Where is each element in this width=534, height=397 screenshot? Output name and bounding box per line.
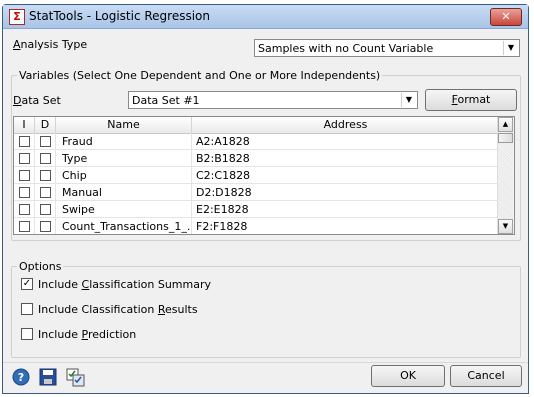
- scroll-track[interactable]: [498, 132, 513, 219]
- variable-name: Type: [62, 152, 88, 165]
- prediction-checkbox[interactable]: [21, 328, 33, 340]
- cancel-button[interactable]: Cancel: [450, 365, 522, 387]
- column-header-dependent[interactable]: D: [35, 117, 56, 133]
- table-row[interactable]: Type B2:B1828: [14, 150, 500, 167]
- independent-checkbox[interactable]: [19, 170, 30, 181]
- dependent-checkbox[interactable]: [40, 153, 51, 164]
- options-group-legend: Options: [17, 260, 64, 273]
- variable-address: E2:E1828: [196, 203, 249, 216]
- dependent-checkbox[interactable]: [40, 136, 51, 147]
- help-icon[interactable]: ?: [11, 367, 31, 387]
- table-row[interactable]: Manual D2:D1828: [14, 184, 500, 201]
- data-set-value: Data Set #1: [132, 94, 200, 107]
- chevron-down-icon[interactable]: ▼: [401, 93, 416, 107]
- variable-address: C2:C1828: [196, 169, 251, 182]
- logistic-regression-dialog: Σ StatTools - Logistic Regression ✕ Anal…: [2, 4, 529, 394]
- table-row[interactable]: Swipe E2:E1828: [14, 201, 500, 218]
- classification-summary-checkbox[interactable]: ✓: [21, 278, 33, 290]
- stattools-sigma-icon: Σ: [9, 9, 25, 25]
- dependent-checkbox[interactable]: [40, 187, 51, 198]
- independent-checkbox[interactable]: [19, 187, 30, 198]
- table-row[interactable]: Chip C2:C1828: [14, 167, 500, 184]
- checklist-icon[interactable]: [65, 367, 85, 387]
- variable-name: Fraud: [62, 135, 93, 148]
- variable-address: B2:B1828: [196, 152, 250, 165]
- footer-divider: [3, 362, 528, 363]
- variables-group-legend: Variables (Select One Dependent and One …: [17, 69, 383, 82]
- variable-address: D2:D1828: [196, 186, 252, 199]
- grid-header: I D Name Address: [14, 117, 500, 134]
- variable-address: F2:F1828: [196, 220, 248, 233]
- variables-grid: I D Name Address Fraud A2:A1828 Type B2:…: [13, 116, 515, 235]
- up-arrow-icon: ▲: [502, 120, 509, 128]
- table-row[interactable]: Fraud A2:A1828: [14, 133, 500, 150]
- close-button[interactable]: ✕: [490, 8, 522, 26]
- dependent-checkbox[interactable]: [40, 204, 51, 215]
- scroll-down-button[interactable]: ▼: [498, 219, 513, 234]
- data-set-dropdown[interactable]: Data Set #1 ▼: [128, 91, 418, 109]
- prediction-label[interactable]: Include Prediction: [38, 328, 136, 341]
- variable-name: Count_Transactions_1_...: [62, 220, 190, 233]
- ok-button[interactable]: OK: [371, 365, 445, 387]
- svg-text:?: ?: [18, 371, 24, 384]
- independent-checkbox[interactable]: [19, 136, 30, 147]
- column-divider: [191, 133, 192, 234]
- dependent-checkbox[interactable]: [40, 170, 51, 181]
- variable-name: Manual: [62, 186, 102, 199]
- variable-name: Chip: [62, 169, 87, 182]
- independent-checkbox[interactable]: [19, 153, 30, 164]
- chevron-down-icon[interactable]: ▼: [503, 41, 518, 55]
- grid-vertical-scrollbar[interactable]: ▲ ▼: [497, 117, 514, 234]
- format-button[interactable]: Format: [425, 89, 517, 111]
- title-bar: Σ StatTools - Logistic Regression ✕: [3, 5, 528, 29]
- independent-checkbox[interactable]: [19, 221, 30, 232]
- table-row[interactable]: Count_Transactions_1_... F2:F1828: [14, 218, 500, 234]
- analysis-type-label: Analysis Type: [13, 38, 88, 51]
- scroll-thumb[interactable]: [498, 133, 513, 143]
- column-divider: [34, 133, 35, 234]
- analysis-type-value: Samples with no Count Variable: [258, 42, 434, 55]
- save-icon[interactable]: [38, 367, 58, 387]
- analysis-type-dropdown[interactable]: Samples with no Count Variable ▼: [254, 39, 520, 57]
- classification-summary-label[interactable]: Include Classification Summary: [38, 278, 211, 291]
- close-icon: ✕: [501, 10, 511, 23]
- checkmark-icon: ✓: [22, 278, 32, 289]
- data-set-label: Data Set: [13, 94, 61, 107]
- column-divider: [55, 133, 56, 234]
- variable-name: Swipe: [62, 203, 95, 216]
- classification-results-checkbox[interactable]: [21, 303, 33, 315]
- column-header-address[interactable]: Address: [192, 117, 500, 133]
- down-arrow-icon: ▼: [502, 222, 509, 230]
- column-header-name[interactable]: Name: [56, 117, 192, 133]
- variable-address: A2:A1828: [196, 135, 250, 148]
- column-header-independent[interactable]: I: [14, 117, 35, 133]
- scroll-up-button[interactable]: ▲: [498, 117, 513, 132]
- independent-checkbox[interactable]: [19, 204, 30, 215]
- dependent-checkbox[interactable]: [40, 221, 51, 232]
- window-title: StatTools - Logistic Regression: [29, 9, 211, 23]
- classification-results-label[interactable]: Include Classification Results: [38, 303, 198, 316]
